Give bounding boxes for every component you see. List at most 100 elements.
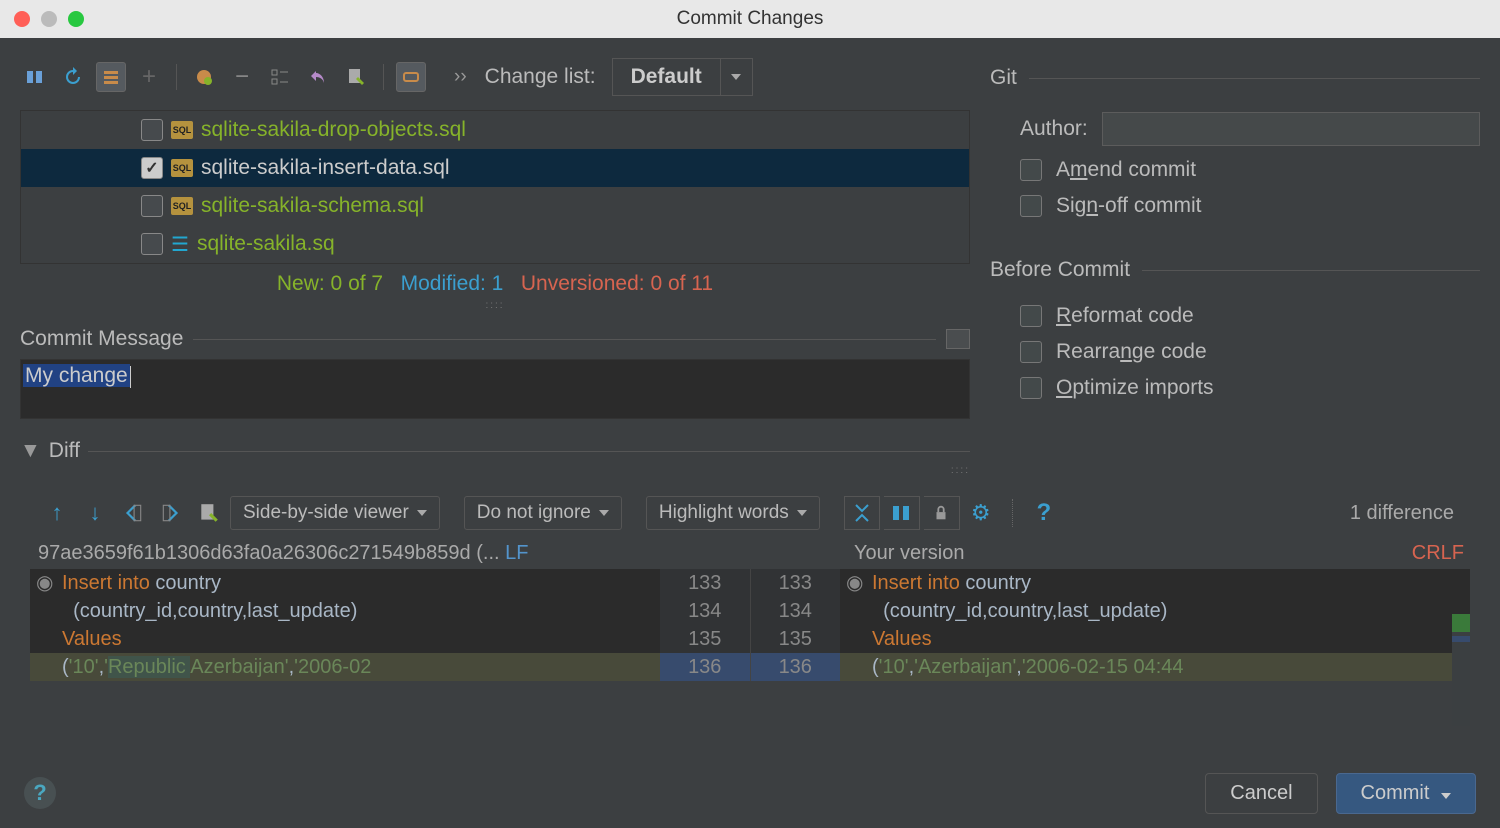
file-name: sqlite-sakila-insert-data.sql — [201, 156, 450, 180]
edit-icon[interactable] — [341, 62, 371, 92]
reformat-checkbox[interactable] — [1020, 305, 1042, 327]
changelist-dropdown-icon[interactable] — [721, 58, 753, 96]
collapse-unchanged-icon[interactable] — [844, 496, 880, 530]
help-icon[interactable]: ? — [1027, 496, 1061, 530]
code-line: ('10','Republic Azerbaijan','2006-02 — [30, 653, 660, 681]
optimize-checkbox[interactable] — [1020, 377, 1042, 399]
diff-toolbar: ↑ ↓ Side-by-side viewer Do not ignore Hi… — [30, 496, 1470, 530]
window-title: Commit Changes — [677, 8, 824, 30]
changes-toolbar: + − ›› Change list: Default — [20, 58, 970, 96]
diff-highlight-select[interactable]: Highlight words — [646, 496, 820, 530]
file-row[interactable]: SQLsqlite-sakila-insert-data.sql — [21, 149, 969, 187]
code-line: ◉Insert into country — [30, 569, 660, 597]
resize-grip[interactable]: :::: — [20, 300, 970, 311]
checklist-icon[interactable] — [265, 62, 295, 92]
code-line: (country_id,country,last_update) — [30, 597, 660, 625]
changed-files-list[interactable]: SQLsqlite-sakila-drop-objects.sqlSQLsqli… — [20, 110, 970, 264]
diff-viewer-select[interactable]: Side-by-side viewer — [230, 496, 440, 530]
file-checkbox[interactable] — [141, 195, 163, 217]
dialog-help-icon[interactable]: ? — [24, 777, 56, 809]
diff-ignore-select[interactable]: Do not ignore — [464, 496, 622, 530]
status-unversioned: Unversioned: 0 of 11 — [521, 272, 713, 295]
sync-scroll-icon[interactable] — [884, 496, 920, 530]
lock-icon[interactable] — [924, 496, 960, 530]
undo-icon[interactable] — [303, 62, 333, 92]
line-number: 136 — [660, 653, 750, 681]
code-line: Values — [840, 625, 1470, 653]
sql-file-icon: SQL — [171, 197, 193, 215]
line-number: 134 — [660, 597, 750, 625]
close-window-button[interactable] — [14, 11, 30, 27]
next-file-icon[interactable] — [154, 496, 188, 530]
edit-source-icon[interactable] — [192, 496, 226, 530]
line-number: 135 — [660, 625, 750, 653]
file-checkbox[interactable] — [141, 157, 163, 179]
rearrange-checkbox[interactable] — [1020, 341, 1042, 363]
database-icon: ☰ — [171, 232, 189, 257]
remove-icon[interactable]: − — [227, 62, 257, 92]
git-section-title: Git — [990, 66, 1017, 90]
author-input[interactable] — [1102, 112, 1480, 146]
add-icon[interactable]: + — [134, 62, 164, 92]
eye-icon: ◉ — [846, 569, 863, 597]
eye-icon: ◉ — [36, 569, 53, 597]
status-modified: Modified: 1 — [401, 272, 504, 295]
changelist-label: Change list: — [485, 65, 596, 89]
prev-file-icon[interactable] — [116, 496, 150, 530]
file-row[interactable]: SQL sqlite-sakila-drop-objects.sql — [21, 111, 969, 149]
optimize-label: Optimize imports — [1056, 376, 1214, 400]
commit-message-history-icon[interactable] — [946, 329, 970, 349]
titlebar: Commit Changes — [0, 0, 1500, 38]
line-number: 136 — [751, 653, 841, 681]
diff-right-title: Your versionCRLF — [834, 542, 1470, 565]
line-number: 134 — [751, 597, 841, 625]
commit-button[interactable]: Commit — [1336, 773, 1476, 814]
amend-checkbox[interactable] — [1020, 159, 1042, 181]
group-by-icon[interactable] — [96, 62, 126, 92]
next-diff-icon[interactable]: ↓ — [78, 496, 112, 530]
diff-marker-track[interactable] — [1452, 614, 1470, 726]
diff-collapse-icon[interactable]: ▼ — [20, 439, 41, 463]
status-new: New: 0 of 7 — [277, 272, 383, 295]
sql-file-icon: SQL — [171, 121, 193, 139]
line-number: 133 — [660, 569, 750, 597]
changes-status: New: 0 of 7 Modified: 1 Unversioned: 0 o… — [20, 266, 970, 300]
resize-grip[interactable]: :::: — [20, 465, 970, 476]
rearrange-label: Rearrange code — [1056, 340, 1207, 364]
code-line: ◉Insert into country — [840, 569, 1470, 597]
line-number: 133 — [751, 569, 841, 597]
refresh-icon[interactable] — [58, 62, 88, 92]
file-checkbox[interactable] — [141, 233, 163, 255]
maximize-window-button[interactable] — [68, 11, 84, 27]
prev-diff-icon[interactable]: ↑ — [40, 496, 74, 530]
line-number: 135 — [751, 625, 841, 653]
settings-gear-icon[interactable]: ⚙ — [964, 496, 998, 530]
before-commit-title: Before Commit — [990, 258, 1130, 282]
code-line: (country_id,country,last_update) — [840, 597, 1470, 625]
show-diff-icon[interactable] — [20, 62, 50, 92]
diff-label: Diff — [49, 439, 80, 463]
dialog-button-bar: ? Cancel Commit — [0, 758, 1500, 828]
file-name: sqlite-sakila-schema.sql — [201, 194, 424, 218]
file-checkbox[interactable] — [141, 119, 163, 141]
diff-count: 1 difference — [1350, 502, 1454, 525]
rollback-icon[interactable] — [189, 62, 219, 92]
file-name: sqlite-sakila-drop-objects.sql — [201, 118, 466, 142]
minimize-window-button[interactable] — [41, 11, 57, 27]
expand-diff-icon[interactable] — [396, 62, 426, 92]
diff-viewer[interactable]: ◉Insert into country (country_id,country… — [30, 569, 1470, 681]
commit-message-label: Commit Message — [20, 327, 183, 351]
commit-message-input[interactable]: My change — [20, 359, 970, 419]
code-line: ('10','Azerbaijan','2006-02-15 04:44 — [840, 653, 1470, 681]
author-label: Author: — [1020, 117, 1088, 141]
signoff-checkbox[interactable] — [1020, 195, 1042, 217]
diff-left-title: 97ae3659f61b1306d63fa0a26306c271549b859d… — [30, 542, 654, 565]
code-line: Values — [30, 625, 660, 653]
file-row[interactable]: SQL sqlite-sakila-schema.sql — [21, 187, 969, 225]
reformat-label: Reformat code — [1056, 304, 1194, 328]
file-row[interactable]: ☰ sqlite-sakila.sq — [21, 225, 969, 263]
cancel-button[interactable]: Cancel — [1205, 773, 1317, 814]
file-name: sqlite-sakila.sq — [197, 232, 335, 256]
changelist-select[interactable]: Default — [612, 58, 721, 96]
amend-label: Amend commit — [1056, 158, 1196, 182]
